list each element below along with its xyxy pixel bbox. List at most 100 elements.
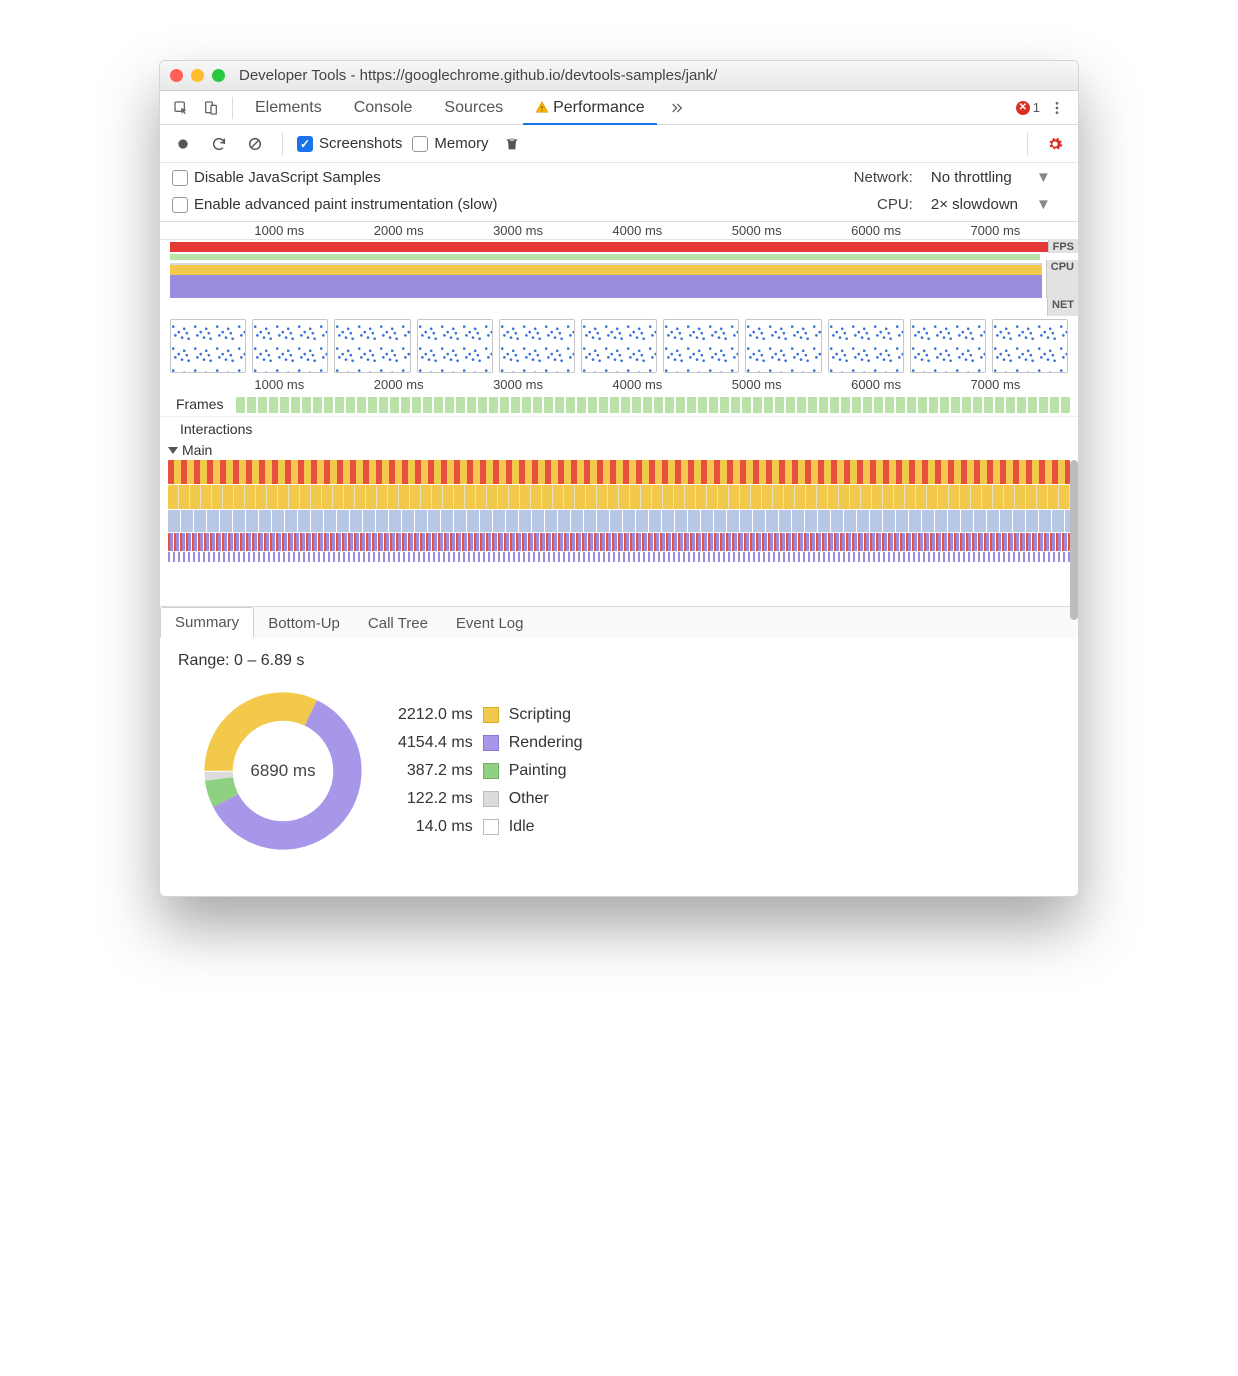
- capture-options: Disable JavaScript Samples Network: No t…: [160, 163, 1078, 222]
- screenshot-thumb[interactable]: [499, 319, 575, 373]
- checkbox-icon: [172, 170, 188, 186]
- screenshot-thumb[interactable]: [334, 319, 410, 373]
- kebab-menu-icon[interactable]: [1044, 95, 1070, 121]
- divider: [1027, 133, 1028, 155]
- ruler-tick: 1000 ms: [254, 377, 304, 392]
- checkbox-checked-icon: [297, 136, 313, 152]
- screenshot-thumb[interactable]: [417, 319, 493, 373]
- screenshot-thumb[interactable]: [581, 319, 657, 373]
- timeline-pane[interactable]: 1000 ms 2000 ms 3000 ms 4000 ms 5000 ms 6000 …: [160, 376, 1078, 606]
- range-text: Range: 0 – 6.89 s: [178, 652, 1060, 670]
- ruler-tick: 2000 ms: [374, 377, 424, 392]
- flame-chart[interactable]: [160, 460, 1078, 606]
- donut-total: 6890 ms: [198, 761, 368, 781]
- warning-icon: [535, 93, 549, 107]
- legend-label: Painting: [509, 762, 583, 780]
- flame-row[interactable]: [168, 552, 1070, 562]
- traffic-lights: [170, 69, 225, 82]
- perf-toolbar: Screenshots Memory: [160, 125, 1078, 163]
- tab-performance[interactable]: Performance: [521, 91, 659, 124]
- chevron-down-icon[interactable]: ▼: [1036, 196, 1066, 213]
- scrollbar-thumb[interactable]: [1070, 460, 1078, 620]
- checkbox-icon: [412, 136, 428, 152]
- screenshot-thumbnails[interactable]: [160, 316, 1078, 376]
- legend-swatch: [483, 819, 499, 835]
- flame-row[interactable]: [168, 510, 1070, 532]
- tab-bottom-up[interactable]: Bottom-Up: [254, 609, 354, 638]
- zoom-icon[interactable]: [212, 69, 225, 82]
- divider: [282, 133, 283, 155]
- network-select[interactable]: No throttling: [931, 169, 1018, 186]
- legend-value: 2212.0 ms: [398, 706, 473, 724]
- frames-track[interactable]: Frames: [160, 394, 1078, 416]
- screenshot-thumb[interactable]: [992, 319, 1068, 373]
- ruler-tick: 4000 ms: [612, 377, 662, 392]
- screenshots-checkbox[interactable]: Screenshots: [297, 135, 402, 152]
- legend-label: Scripting: [509, 706, 583, 724]
- flame-row[interactable]: [168, 533, 1070, 551]
- trash-icon[interactable]: [499, 131, 525, 157]
- cpu-select[interactable]: 2× slowdown: [931, 196, 1018, 213]
- screenshot-thumb[interactable]: [828, 319, 904, 373]
- checkbox-icon: [172, 197, 188, 213]
- ruler-tick: 7000 ms: [970, 377, 1020, 392]
- timeline-ruler: 1000 ms 2000 ms 3000 ms 4000 ms 5000 ms 6000 …: [160, 376, 1078, 394]
- flame-row[interactable]: [168, 485, 1070, 509]
- screenshot-thumb[interactable]: [252, 319, 328, 373]
- device-toggle-icon[interactable]: [198, 95, 224, 121]
- tab-elements[interactable]: Elements: [241, 91, 336, 124]
- error-count[interactable]: ✕ 1: [1016, 100, 1040, 115]
- devtools-window: Developer Tools - https://googlechrome.g…: [159, 60, 1079, 897]
- tab-summary[interactable]: Summary: [160, 607, 254, 638]
- ruler-tick: 3000 ms: [493, 223, 543, 238]
- network-label: Network:: [854, 169, 913, 186]
- disable-js-checkbox[interactable]: Disable JavaScript Samples: [172, 169, 381, 186]
- titlebar: Developer Tools - https://googlechrome.g…: [160, 61, 1078, 91]
- overview-ruler: 1000 ms2000 ms3000 ms4000 ms5000 ms6000 …: [160, 222, 1078, 240]
- legend-label: Idle: [509, 818, 583, 836]
- tab-call-tree[interactable]: Call Tree: [354, 609, 442, 638]
- ruler-tick: 2000 ms: [374, 223, 424, 238]
- clear-icon[interactable]: [242, 131, 268, 157]
- record-icon[interactable]: [170, 131, 196, 157]
- tab-event-log[interactable]: Event Log: [442, 609, 538, 638]
- chevron-down-icon[interactable]: ▼: [1036, 169, 1066, 186]
- ruler-tick: 4000 ms: [612, 223, 662, 238]
- ruler-tick: 5000 ms: [732, 377, 782, 392]
- interactions-track[interactable]: Interactions: [160, 416, 1078, 440]
- minimize-icon[interactable]: [191, 69, 204, 82]
- tab-console[interactable]: Console: [340, 91, 427, 124]
- screenshot-thumb[interactable]: [745, 319, 821, 373]
- inspect-element-icon[interactable]: [168, 95, 194, 121]
- enable-paint-checkbox[interactable]: Enable advanced paint instrumentation (s…: [172, 196, 498, 213]
- overview-pane[interactable]: 1000 ms2000 ms3000 ms4000 ms5000 ms6000 …: [160, 222, 1078, 376]
- ruler-tick: 6000 ms: [851, 377, 901, 392]
- ruler-tick: 5000 ms: [732, 223, 782, 238]
- summary-legend: 2212.0 msScripting4154.4 msRendering387.…: [398, 706, 583, 836]
- memory-checkbox[interactable]: Memory: [412, 135, 488, 152]
- cpu-row: CPU: [160, 260, 1078, 298]
- net-row: NET: [160, 298, 1078, 316]
- screenshot-thumb[interactable]: [910, 319, 986, 373]
- ruler-tick: 1000 ms: [254, 223, 304, 238]
- fps-row: FPS: [160, 240, 1078, 254]
- legend-value: 14.0 ms: [398, 818, 473, 836]
- settings-gear-icon[interactable]: [1042, 131, 1068, 157]
- tab-sources[interactable]: Sources: [430, 91, 517, 124]
- screenshot-thumb[interactable]: [170, 319, 246, 373]
- legend-swatch: [483, 735, 499, 751]
- screenshot-thumb[interactable]: [663, 319, 739, 373]
- ruler-tick: 3000 ms: [493, 377, 543, 392]
- ruler-tick: 7000 ms: [970, 223, 1020, 238]
- legend-value: 4154.4 ms: [398, 734, 473, 752]
- cpu-label: CPU:: [854, 196, 913, 213]
- summary-panel: Range: 0 – 6.89 s 6890 ms 2212.0 ms Scrip…: [160, 638, 1078, 896]
- legend-label: Rendering: [509, 734, 583, 752]
- window-title: Developer Tools - https://googlechrome.g…: [239, 67, 717, 84]
- more-tabs-icon[interactable]: [663, 95, 689, 121]
- reload-icon[interactable]: [206, 131, 232, 157]
- close-icon[interactable]: [170, 69, 183, 82]
- collapse-icon: [168, 447, 178, 454]
- flame-row[interactable]: [168, 460, 1070, 484]
- main-track-header[interactable]: Main: [160, 440, 1078, 460]
